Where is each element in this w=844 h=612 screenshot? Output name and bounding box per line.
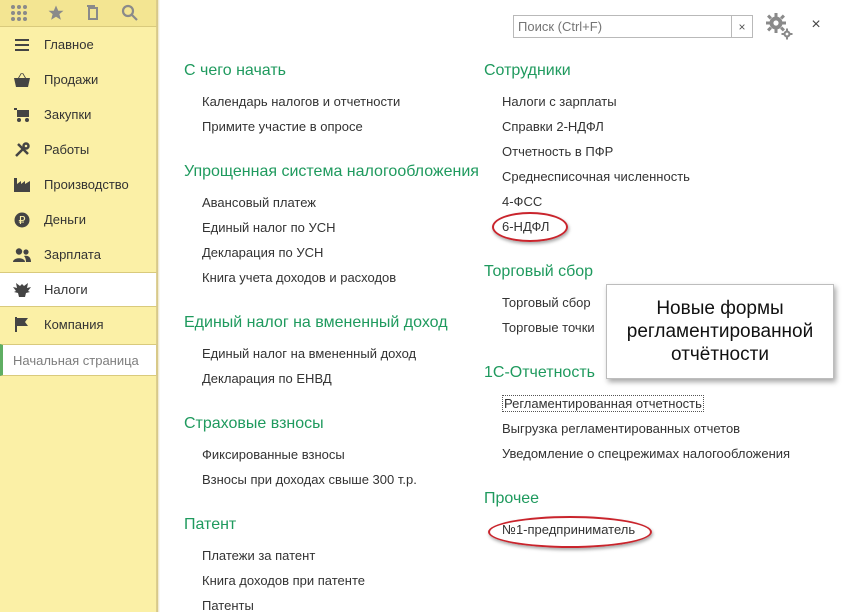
link-fixed-contributions[interactable]: Фиксированные взносы <box>184 442 484 467</box>
sidebar-item-main[interactable]: Главное <box>0 27 157 62</box>
sidebar-nav: Главное Продажи Закупки Работы Производс… <box>0 27 157 342</box>
close-button[interactable]: × <box>806 14 826 36</box>
sidebar-item-label: Налоги <box>44 282 88 297</box>
sidebar-toolbar <box>0 0 157 27</box>
link-envd-tax[interactable]: Единый налог на вмененный доход <box>184 341 484 366</box>
link-pfr-reporting[interactable]: Отчетность в ПФР <box>484 139 824 164</box>
home-page-tab[interactable]: Начальная страница <box>0 344 157 376</box>
sidebar-item-salary[interactable]: Зарплата <box>0 237 157 272</box>
sidebar-item-label: Закупки <box>44 107 92 122</box>
sidebar: Главное Продажи Закупки Работы Производс… <box>0 0 158 612</box>
search-icon[interactable] <box>111 0 148 27</box>
link-income-book[interactable]: Книга учета доходов и расходов <box>184 265 484 290</box>
link-entrepreneur-no1[interactable]: №1-предприниматель <box>484 517 824 542</box>
link-regulated-reporting[interactable]: Регламентированная отчетность <box>484 391 824 416</box>
cart-icon <box>0 107 44 122</box>
section-title: Страховые взносы <box>184 415 324 432</box>
link-list: №1-предприниматель <box>484 517 824 542</box>
link-envd-declaration[interactable]: Декларация по ЕНВД <box>184 366 484 391</box>
link-patent-payments[interactable]: Платежи за патент <box>184 543 484 568</box>
link-label: Регламентированная отчетность <box>502 395 704 412</box>
basket-icon <box>0 72 44 87</box>
eagle-emblem-icon <box>0 282 44 298</box>
apps-grid-icon[interactable] <box>0 0 37 27</box>
link-upload-reports[interactable]: Выгрузка регламентированных отчетов <box>484 416 824 441</box>
link-list: Платежи за патент Книга доходов при пате… <box>184 543 484 612</box>
link-survey[interactable]: Примите участие в опросе <box>184 114 484 139</box>
link-contributions-over-300[interactable]: Взносы при доходах свыше 300 т.р. <box>184 467 484 492</box>
sidebar-item-label: Главное <box>44 37 94 52</box>
people-icon <box>0 247 44 262</box>
sidebar-item-company[interactable]: Компания <box>0 307 157 342</box>
link-special-regime-notice[interactable]: Уведомление о спецрежимах налогообложени… <box>484 441 824 466</box>
link-list: Фиксированные взносы Взносы при доходах … <box>184 442 484 492</box>
link-patent-income-book[interactable]: Книга доходов при патенте <box>184 568 484 593</box>
sidebar-item-label: Деньги <box>44 212 86 227</box>
link-list: Налоги с зарплаты Справки 2-НДФЛ Отчетно… <box>484 89 824 239</box>
link-usn-tax[interactable]: Единый налог по УСН <box>184 215 484 240</box>
link-patents[interactable]: Патенты <box>184 593 484 612</box>
section-title: Сотрудники <box>484 62 571 79</box>
sidebar-item-label: Производство <box>44 177 129 192</box>
sidebar-item-label: Зарплата <box>44 247 101 262</box>
section-title: Патент <box>184 516 237 533</box>
section-title: Упрощенная система налогообложения <box>184 163 479 180</box>
callout-note: Новые формы регламентированной отчётност… <box>606 284 834 379</box>
sidebar-item-production[interactable]: Производство <box>0 167 157 202</box>
sidebar-item-purchases[interactable]: Закупки <box>0 97 157 132</box>
link-tax-calendar[interactable]: Календарь налогов и отчетности <box>184 89 484 114</box>
link-list: Авансовый платеж Единый налог по УСН Дек… <box>184 190 484 290</box>
section-title: Торговый сбор <box>484 263 594 280</box>
sidebar-item-taxes[interactable]: Налоги <box>0 272 157 307</box>
ruble-coin-icon: ₽ <box>0 212 44 228</box>
link-4fss[interactable]: 4-ФСС <box>484 189 824 214</box>
search-input[interactable] <box>513 15 732 38</box>
link-2ndfl[interactable]: Справки 2-НДФЛ <box>484 114 824 139</box>
sidebar-item-sales[interactable]: Продажи <box>0 62 157 97</box>
section-title: Прочее <box>484 490 540 507</box>
link-list: Регламентированная отчетность Выгрузка р… <box>484 391 824 466</box>
link-6ndfl[interactable]: 6-НДФЛ <box>484 214 824 239</box>
sidebar-item-works[interactable]: Работы <box>0 132 157 167</box>
link-advance-payment[interactable]: Авансовый платеж <box>184 190 484 215</box>
sidebar-item-label: Продажи <box>44 72 99 87</box>
gear-icon[interactable] <box>765 12 793 40</box>
sidebar-item-label: Работы <box>44 142 90 157</box>
history-icon[interactable] <box>74 0 111 27</box>
search-clear-button[interactable]: × <box>732 15 753 38</box>
tools-icon <box>0 141 44 158</box>
svg-text:₽: ₽ <box>19 214 26 227</box>
link-list: Календарь налогов и отчетности Примите у… <box>184 89 484 139</box>
section-title: Единый налог на вмененный доход <box>184 314 448 331</box>
link-list: Единый налог на вмененный доход Декларац… <box>184 341 484 391</box>
menu-icon <box>0 38 44 51</box>
sidebar-shadow <box>156 0 160 612</box>
link-average-headcount[interactable]: Среднесписочная численность <box>484 164 824 189</box>
link-salary-taxes[interactable]: Налоги с зарплаты <box>484 89 824 114</box>
link-usn-declaration[interactable]: Декларация по УСН <box>184 240 484 265</box>
sidebar-item-label: Компания <box>44 317 104 332</box>
left-column: С чего начать Календарь налогов и отчетн… <box>184 58 484 612</box>
factory-icon <box>0 177 44 192</box>
flag-icon <box>0 317 44 332</box>
star-icon[interactable] <box>37 0 74 27</box>
sidebar-item-money[interactable]: ₽ Деньги <box>0 202 157 237</box>
section-title: С чего начать <box>184 62 286 79</box>
